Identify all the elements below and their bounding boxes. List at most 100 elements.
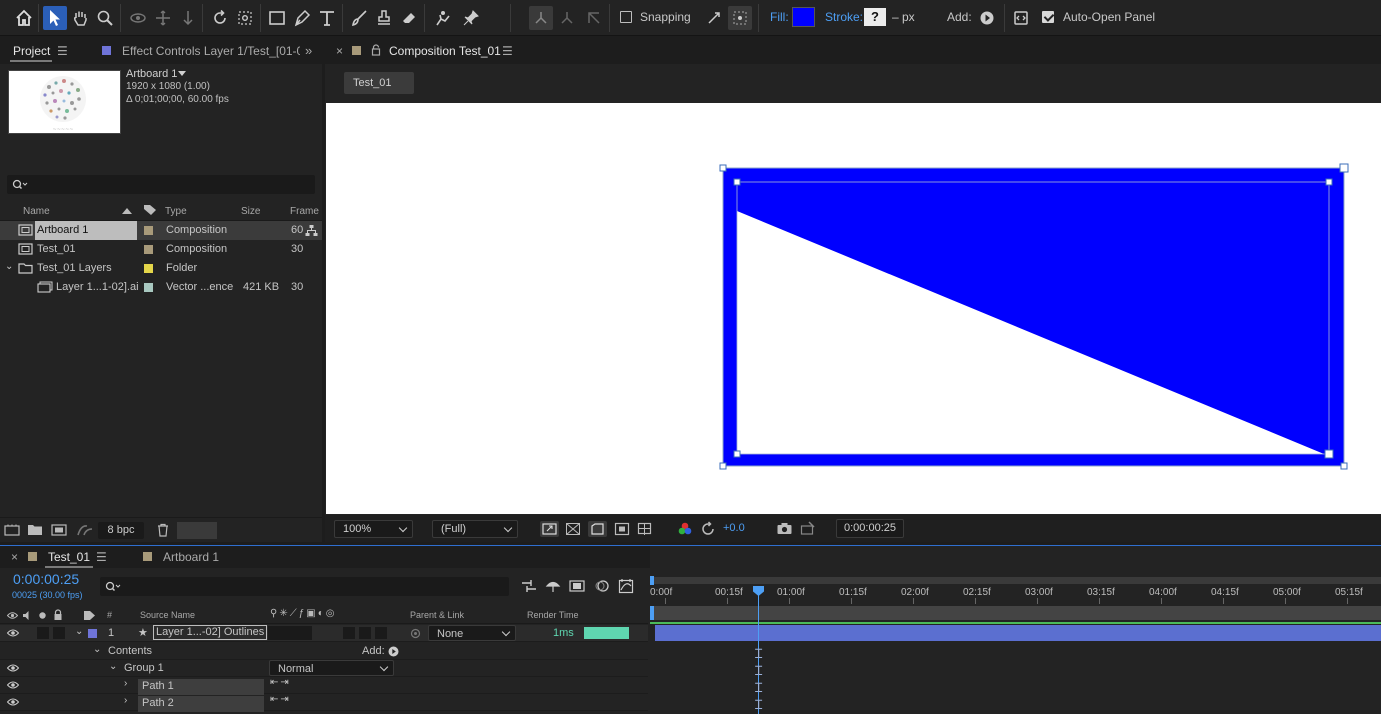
group-visibility-eye-icon[interactable] [7,663,19,673]
new-folder-icon[interactable] [27,524,43,536]
column-source-name[interactable]: Source Name [140,610,195,620]
path-visibility-eye-icon[interactable] [7,680,19,690]
auto-open-panel-checkbox[interactable] [1042,11,1054,23]
project-row-artboard-1[interactable]: Artboard 1 Composition 60 [0,221,322,240]
brush-tool-icon[interactable] [347,6,371,30]
composition-breadcrumb-test-01[interactable]: Test_01 [344,72,414,94]
panel-toggle-icon[interactable] [1009,6,1033,30]
view-axis-icon[interactable] [582,6,606,30]
new-composition-icon[interactable] [51,524,67,536]
blue-shape-layer[interactable] [723,168,1344,466]
reset-exposure-icon[interactable] [700,521,716,537]
column-name[interactable]: Name [23,206,50,217]
timeline-search-input[interactable] [100,577,509,596]
channel-rgb-icon[interactable] [677,521,693,537]
add-menu-icon[interactable] [975,6,999,30]
project-row-test-01-layers[interactable]: ⌄ Test_01 Layers Folder [0,259,322,278]
path-2-row[interactable]: › Path 2 ⇤⇥ [0,694,648,712]
comp-mini-flowchart-icon[interactable] [521,579,537,593]
zoom-tool-icon[interactable] [93,6,117,30]
interpret-footage-icon[interactable] [4,524,20,536]
mask-visibility-icon[interactable] [588,521,607,537]
tab-project[interactable]: Project [13,44,50,58]
folder-expand-chevron-icon[interactable]: ⌄ [5,261,13,272]
motion-blur-icon[interactable] [594,579,610,593]
frame-blending-icon[interactable] [569,579,585,593]
navigator-start-handle[interactable] [650,606,654,620]
exposure-value[interactable]: +0.0 [723,522,745,534]
snap-edges-icon[interactable] [702,6,726,30]
tab-effect-controls[interactable]: Effect Controls Layer 1/Test_[01-02] ( [122,44,300,58]
layer-name[interactable]: Layer 1...-02] Outlines [153,625,268,640]
path-expand-chevron-icon[interactable]: › [124,695,127,706]
close-tab-icon[interactable]: × [336,44,343,58]
snapping-checkbox[interactable] [620,11,632,23]
parent-pickwhip-icon[interactable] [410,628,421,639]
roto-brush-tool-icon[interactable] [430,6,454,30]
parent-dropdown[interactable]: None [428,625,516,641]
pan-camera-icon[interactable] [151,6,175,30]
thumbnail-transparency-swatch[interactable] [177,522,217,539]
path-1-row[interactable]: › Path 1 ⇤⇥ [0,677,648,695]
timeline-track-area[interactable]: 0:00f 00:15f 01:00f 01:15f 02:00f 02:15f 03:00… [650,546,1381,714]
project-settings-icon[interactable] [76,523,94,537]
solo-icon[interactable] [38,611,47,620]
snap-points-icon[interactable] [728,6,752,30]
panel-overflow-icon[interactable]: » [305,43,312,58]
path-direction-icons[interactable]: ⇤⇥ [270,694,291,705]
video-visibility-icon[interactable] [7,611,18,620]
audio-toggle[interactable] [37,627,49,639]
project-row-layer-1-ai[interactable]: Layer 1...1-02].ai Vector ...ence 421 KB… [0,278,322,297]
puppet-pin-tool-icon[interactable] [459,6,483,30]
path-direction-icons[interactable]: ⇤⇥ [270,677,291,688]
anchor-point-tool-icon[interactable] [233,6,257,30]
stroke-width-unit[interactable]: – px [892,10,915,24]
path-expand-chevron-icon[interactable]: › [124,678,127,689]
sort-ascending-icon[interactable] [122,208,132,214]
time-ruler[interactable]: 0:00f 00:15f 01:00f 01:15f 02:00f 02:15f 03:00… [650,546,1381,606]
3d-layer-switch[interactable] [375,627,387,639]
resolution-dropdown[interactable]: (Full) [432,520,518,538]
label-column-icon[interactable] [83,610,96,621]
add-shape-menu-icon[interactable] [388,646,399,657]
region-of-interest-icon[interactable] [614,522,630,536]
lock-toggle[interactable] [53,627,65,639]
graph-editor-icon[interactable] [618,578,634,594]
grid-guides-icon[interactable] [637,521,653,537]
project-row-test-01[interactable]: Test_01 Composition 30 [0,240,322,259]
shy-layers-icon[interactable] [545,579,561,593]
column-frame-rate[interactable]: Frame R [290,206,322,217]
layer-switches[interactable] [268,626,312,640]
contents-row[interactable]: ⌄ Contents Add: [0,643,648,660]
layer-expand-chevron-icon[interactable]: ⌄ [75,626,83,637]
selection-tool-icon[interactable] [43,6,67,30]
layer-label-color[interactable] [88,629,97,638]
bit-depth-button[interactable]: 8 bpc [98,522,144,539]
label-color-swatch[interactable] [144,226,153,235]
path-2-label[interactable]: Path 2 [138,696,264,712]
layer-row-1[interactable]: ⌄ 1 ★ Layer 1...-02] Outlines None 1ms [0,625,648,642]
label-color-swatch[interactable] [144,264,153,273]
path-1-label[interactable]: Path 1 [138,679,264,695]
label-tag-icon[interactable] [143,204,157,216]
tab-composition[interactable]: Composition Test_01 [389,44,501,58]
pen-tool-icon[interactable] [290,6,314,30]
column-size[interactable]: Size [241,206,260,217]
project-menu-icon[interactable]: ☰ [57,44,68,58]
timeline-current-time[interactable]: 0:00:00:25 [13,571,79,587]
adjustment-switch[interactable] [359,627,371,639]
orbit-camera-icon[interactable] [126,6,150,30]
contents-expand-chevron-icon[interactable]: ⌄ [93,644,101,655]
fast-previews-icon[interactable] [540,521,559,537]
label-color-swatch[interactable] [144,283,153,292]
layer-duration-bar[interactable] [655,625,1381,641]
home-icon[interactable] [12,6,36,30]
path-visibility-eye-icon[interactable] [7,697,19,707]
trash-icon[interactable] [156,523,170,537]
snapshot-camera-icon[interactable] [776,521,793,536]
clone-stamp-tool-icon[interactable] [372,6,396,30]
magnification-dropdown[interactable]: 100% [334,520,413,538]
rotation-tool-icon[interactable] [208,6,232,30]
column-type[interactable]: Type [165,206,187,217]
motion-blur-switch[interactable] [343,627,355,639]
